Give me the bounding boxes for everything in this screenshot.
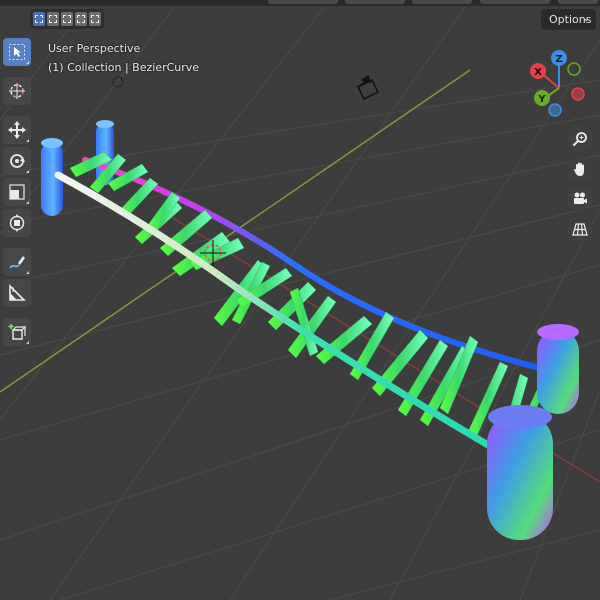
chevron-down-icon: ⌄	[582, 14, 590, 24]
header-menu-segment[interactable]	[345, 0, 405, 4]
tool-shelf	[3, 38, 33, 349]
3d-viewport[interactable]: Options ⌄ User Perspective (1) Collectio…	[0, 0, 600, 600]
select-cursor-icon	[9, 44, 25, 60]
tool-transform[interactable]	[3, 209, 31, 237]
select-mode-intersect-icon[interactable]	[89, 12, 101, 26]
zoom-icon	[572, 132, 587, 147]
tool-cursor[interactable]	[3, 77, 31, 105]
post-front-right[interactable]	[487, 405, 553, 540]
header-menu-segment[interactable]	[558, 0, 598, 4]
viewport-header	[0, 0, 600, 6]
measure-icon	[9, 284, 26, 301]
rail-lower[interactable]	[54, 171, 509, 459]
transform-icon	[9, 214, 25, 232]
camera-view-button[interactable]	[567, 186, 593, 212]
navigation-gizmo[interactable]: Z X Y	[527, 48, 597, 118]
annotate-icon	[9, 256, 25, 269]
axis-neg-z-icon[interactable]	[548, 103, 562, 117]
select-mode-group	[30, 9, 104, 29]
header-menu-segment[interactable]	[412, 0, 472, 4]
tool-add-cube[interactable]	[3, 318, 31, 346]
select-mode-invert-icon[interactable]	[75, 12, 87, 26]
grid-perspective-icon	[572, 223, 588, 236]
tool-move[interactable]	[3, 116, 31, 144]
post-front-right-back[interactable]	[537, 324, 579, 414]
axis-neg-y-icon[interactable]	[567, 62, 581, 76]
tool-annotate[interactable]	[3, 248, 31, 276]
header-menu-segment[interactable]	[480, 0, 550, 4]
rotate-icon	[10, 154, 25, 168]
add-cube-icon	[8, 324, 26, 340]
tool-measure[interactable]	[3, 279, 31, 307]
options-dropdown[interactable]: Options ⌄	[541, 9, 596, 30]
scale-icon	[9, 184, 25, 200]
svg-text:Y: Y	[537, 94, 546, 105]
select-mode-subtract-icon[interactable]	[61, 12, 73, 26]
view-name-label: User Perspective	[48, 42, 141, 55]
axis-z-icon[interactable]: Z	[551, 50, 567, 66]
header-menu-segment[interactable]	[268, 0, 338, 4]
object-origin	[112, 76, 124, 88]
tool-rotate[interactable]	[3, 147, 31, 175]
scene-canvas[interactable]	[0, 0, 600, 600]
pan-button[interactable]	[567, 156, 593, 182]
zoom-button[interactable]	[567, 126, 593, 152]
collection-label: (1) Collection | BezierCurve	[48, 61, 200, 74]
axis-y-icon[interactable]: Y	[534, 90, 550, 106]
axis-neg-x-icon[interactable]	[571, 87, 585, 101]
move-icon	[8, 121, 26, 139]
camera-icon	[574, 192, 587, 204]
cursor-icon	[9, 83, 25, 99]
select-mode-new-icon[interactable]	[33, 12, 45, 26]
svg-text:X: X	[534, 67, 542, 78]
tool-select-box[interactable]	[3, 38, 31, 66]
select-mode-extend-icon[interactable]	[47, 12, 59, 26]
tool-scale[interactable]	[3, 178, 31, 206]
toggle-perspective-button[interactable]	[567, 216, 593, 242]
hand-icon	[574, 162, 584, 176]
svg-text:Z: Z	[555, 54, 562, 65]
camera-object[interactable]	[356, 74, 380, 101]
axis-x-icon[interactable]: X	[530, 63, 546, 79]
